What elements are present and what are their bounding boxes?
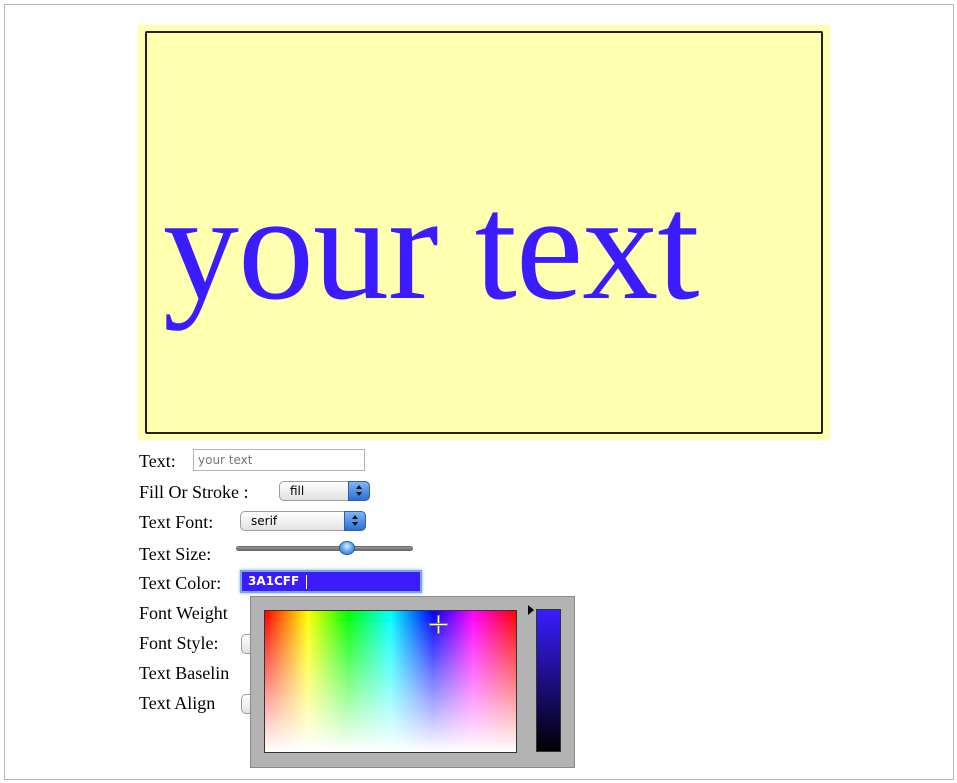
crosshair-cursor-icon [430, 616, 447, 633]
fill-stroke-label: Fill Or Stroke : [139, 482, 249, 502]
canvas-rendered-text: your text [163, 163, 700, 331]
text-row: Text: [139, 450, 176, 472]
text-font-label: Text Font: [139, 512, 214, 532]
text-input[interactable] [193, 449, 365, 471]
select-arrows-icon [348, 481, 370, 501]
fill-stroke-select[interactable]: fill [279, 481, 370, 501]
fill-stroke-row: Fill Or Stroke : [139, 481, 249, 503]
text-color-value: 3A1CFF [248, 574, 300, 588]
text-color-label: Text Color: [139, 573, 222, 593]
text-baseline-row: Text Baselin [139, 662, 229, 684]
text-baseline-label: Text Baselin [139, 663, 230, 683]
fill-stroke-value: fill [290, 484, 305, 498]
font-weight-row: Font Weight [139, 602, 228, 624]
font-weight-label: Font Weight [139, 603, 228, 623]
text-size-slider-thumb[interactable] [339, 541, 355, 555]
text-size-slider-track[interactable] [236, 546, 413, 551]
text-align-row: Text Align [139, 692, 215, 714]
brightness-pointer-icon[interactable] [528, 605, 534, 615]
text-size-row: Text Size: [139, 543, 211, 565]
text-font-value: serif [251, 514, 278, 528]
text-canvas: your text [138, 25, 830, 440]
text-font-select[interactable]: serif [240, 511, 366, 531]
font-style-label: Font Style: [139, 633, 219, 653]
text-color-input[interactable]: 3A1CFF [240, 570, 422, 593]
text-align-label: Text Align [139, 693, 216, 713]
text-caret [306, 575, 307, 589]
font-style-row: Font Style: [139, 632, 219, 654]
select-arrows-icon [344, 511, 366, 531]
text-label: Text: [139, 451, 176, 471]
color-spectrum[interactable] [264, 610, 517, 753]
text-color-row: Text Color: [139, 572, 221, 594]
text-font-row: Text Font: [139, 511, 213, 533]
text-size-label: Text Size: [139, 544, 212, 564]
color-picker-popup [250, 596, 575, 768]
brightness-bar[interactable] [536, 609, 561, 752]
